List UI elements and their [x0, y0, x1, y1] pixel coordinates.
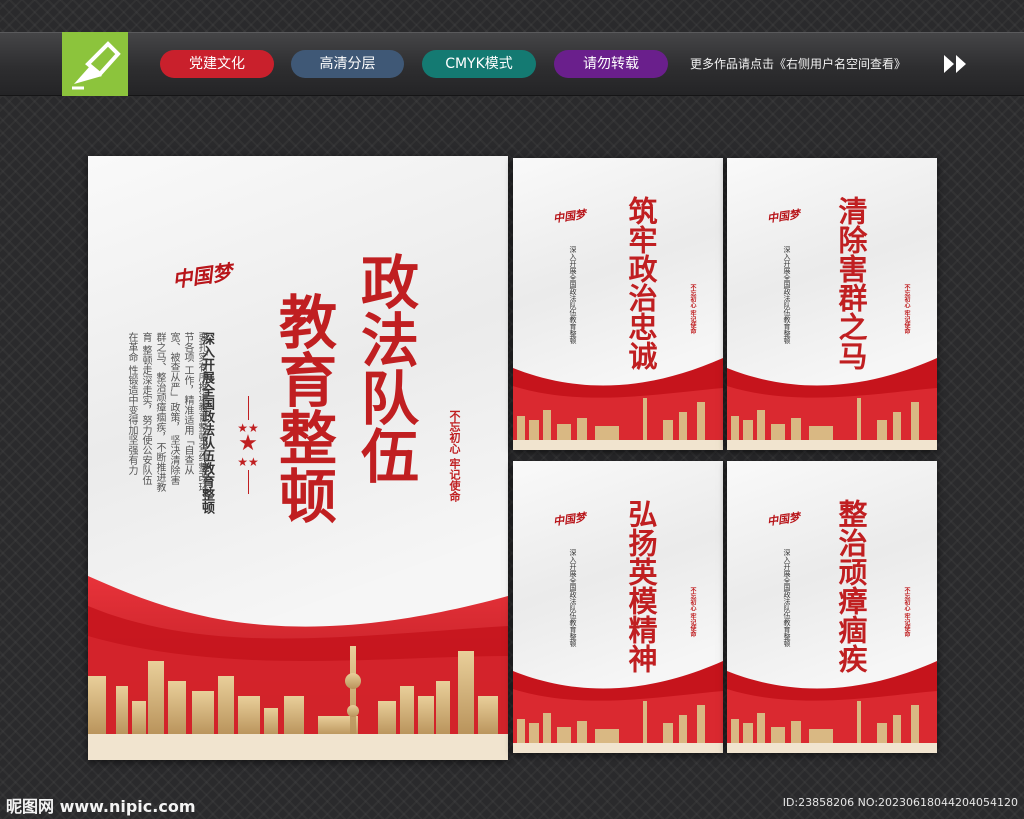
tag-hd-layers[interactable]: 高清分层	[291, 50, 404, 78]
pen-logo-icon	[62, 32, 128, 96]
tag-party-culture[interactable]: 党建文化	[160, 50, 274, 78]
small-poster-3-slogan: 不忘初心 牢记使命	[689, 587, 696, 638]
small-poster-2: 中国梦 清除害群之马 深入开展全国政法队伍教育整顿 不忘初心 牢记使命	[727, 158, 937, 450]
small-poster-2-title: 清除害群之马	[834, 196, 868, 370]
tag-cmyk[interactable]: CMYK模式	[422, 50, 536, 78]
small-poster-1-slogan: 不忘初心 牢记使命	[689, 284, 696, 335]
image-id-text: ID:23858206 NO:20230618044204054120	[782, 796, 1018, 809]
double-arrow-right-icon[interactable]	[942, 52, 970, 76]
site-watermark: 昵图网 www.nipic.com	[6, 797, 196, 816]
star-decoration: ★★ ★ ★★	[236, 396, 260, 526]
small-poster-4-subtitle: 深入开展全国政法队伍教育整顿	[783, 549, 791, 647]
main-slogan: 不忘初心 牢记使命	[448, 410, 461, 502]
tag-no-repost[interactable]: 请勿转载	[554, 50, 668, 78]
small-poster-4-slogan: 不忘初心 牢记使命	[903, 587, 910, 638]
small-poster-2-slogan: 不忘初心 牢记使命	[903, 284, 910, 335]
main-title-line1: 政法队伍	[351, 252, 419, 484]
small-poster-3-title: 弘扬英模精神	[624, 499, 658, 673]
small-poster-1-subtitle: 深入开展全国政法队伍教育整顿	[569, 246, 577, 344]
small-poster-3: 中国梦 弘扬英模精神 深入开展全国政法队伍教育整顿 不忘初心 牢记使命	[513, 461, 723, 753]
small-poster-4-title: 整治顽瘴痼疾	[834, 499, 868, 673]
small-poster-3-subtitle: 深入开展全国政法队伍教育整顿	[569, 549, 577, 647]
more-works-link[interactable]: 更多作品请点击《右侧用户名空间查看》	[690, 55, 906, 72]
small-poster-1-title: 筑牢政治忠诚	[624, 196, 658, 370]
small-poster-2-subtitle: 深入开展全国政法队伍教育整顿	[783, 246, 791, 344]
main-poster: 中国梦 政法队伍 教育整顿 深入开展全国政法队伍教育整顿 要扎实有序推进教育整顿…	[88, 156, 508, 760]
main-title-line2: 教育整顿	[269, 292, 337, 524]
small-poster-1: 中国梦 筑牢政治忠诚 深入开展全国政法队伍教育整顿 不忘初心 牢记使命	[513, 158, 723, 450]
small-poster-4: 中国梦 整治顽瘴痼疾 深入开展全国政法队伍教育整顿 不忘初心 牢记使命	[727, 461, 937, 753]
main-body-text: 要扎实有序推进教育整顿查纠整改环节各项 工作，精准适用「自查从宽、被查从严」政策…	[126, 332, 207, 492]
